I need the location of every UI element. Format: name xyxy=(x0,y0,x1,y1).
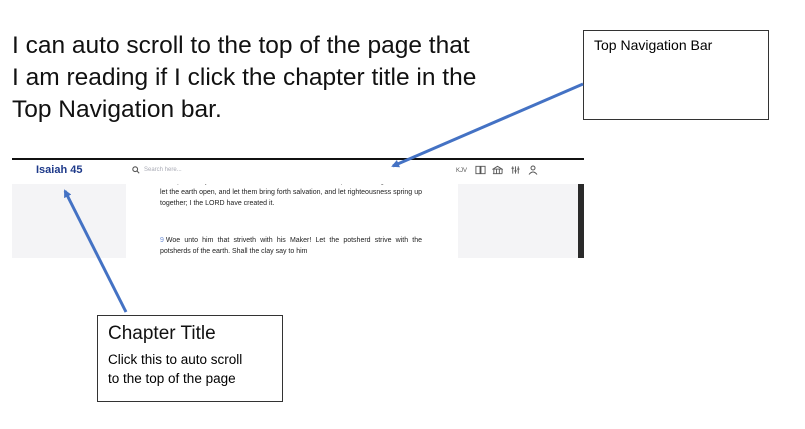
arrow-to-top-nav xyxy=(391,82,584,168)
arrow-to-chapter-title xyxy=(63,189,128,313)
annotation-arrows xyxy=(63,82,584,313)
